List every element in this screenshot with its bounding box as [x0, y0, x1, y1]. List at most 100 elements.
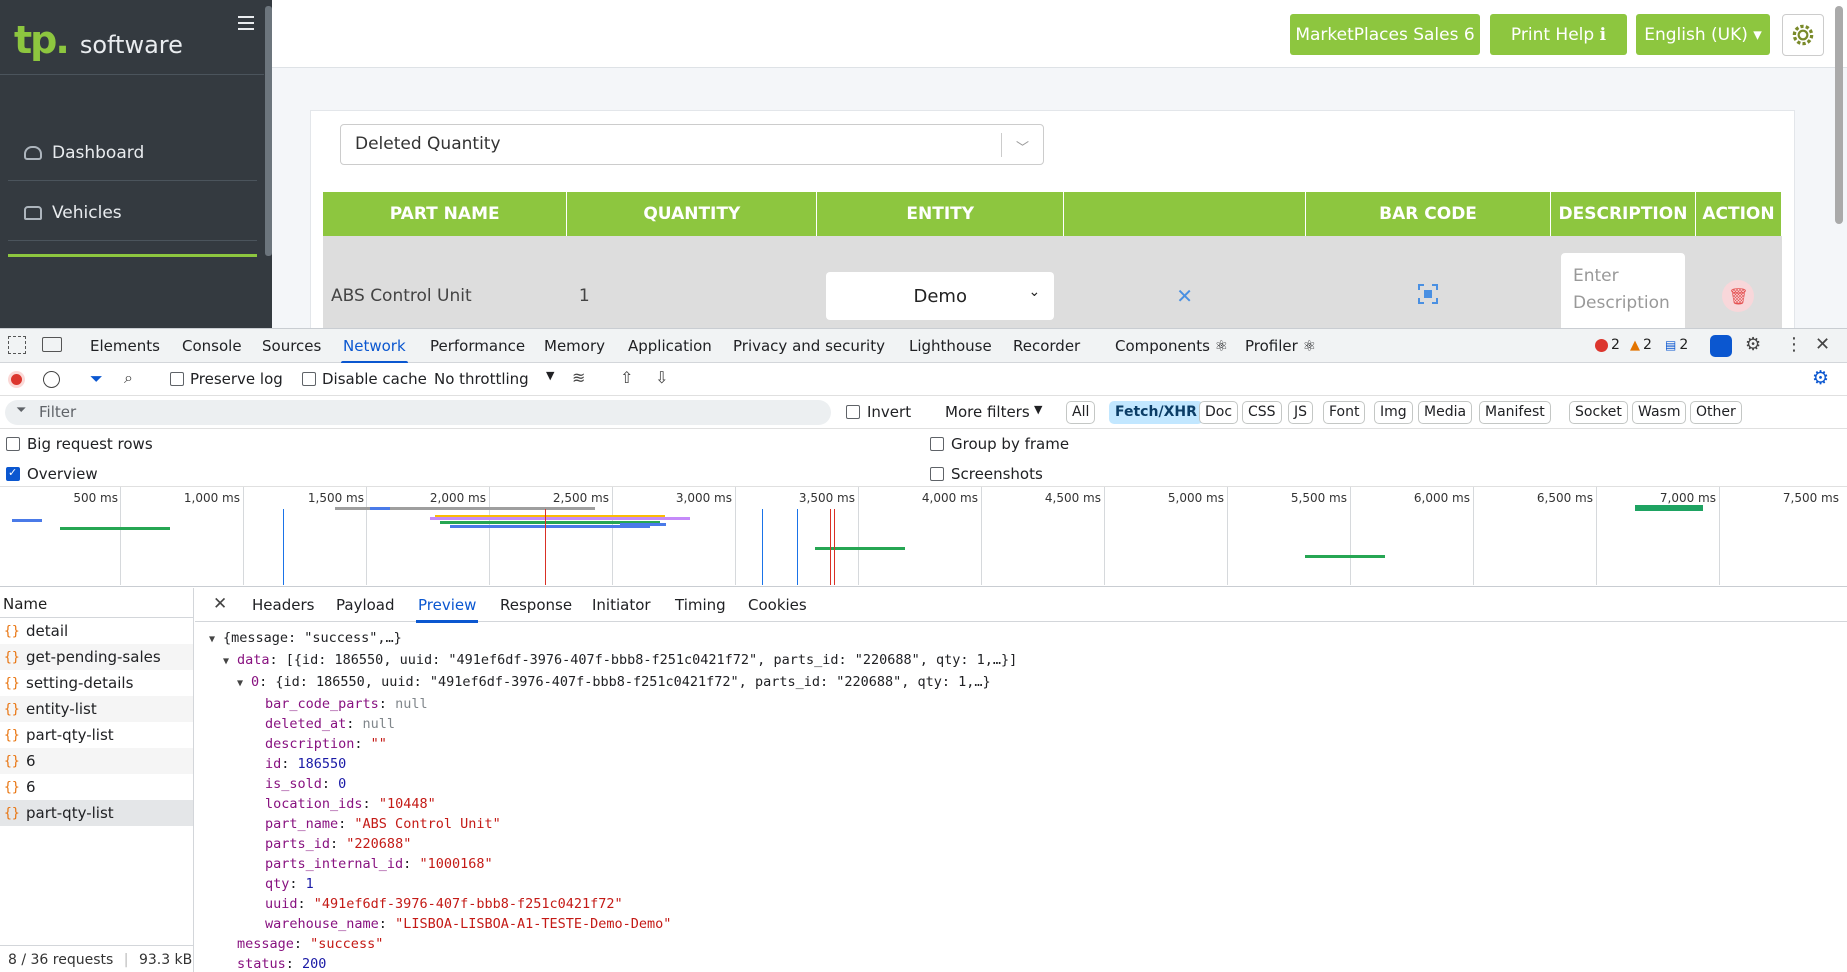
more-filters-dropdown[interactable]: More filters [945, 403, 1030, 421]
settings-gear-icon[interactable] [1782, 14, 1824, 56]
tab-privacy-security[interactable]: Privacy and security [733, 337, 885, 355]
invert-checkbox[interactable] [846, 405, 860, 419]
screenshots-checkbox[interactable] [930, 467, 944, 481]
close-icon[interactable]: ✕ [213, 594, 227, 614]
record-icon[interactable] [8, 371, 25, 388]
tab-initiator[interactable]: Initiator [592, 596, 651, 614]
group-by-frame-checkbox[interactable] [930, 437, 944, 451]
xhr-icon: {} [4, 701, 20, 717]
json-data-summary: [{id: 186550, uuid: "491ef6df-3976-407f-… [285, 652, 1018, 668]
page-scrollbar[interactable] [1835, 6, 1843, 224]
tab-response[interactable]: Response [500, 596, 572, 614]
print-help-button[interactable]: Print Help ℹ [1490, 14, 1627, 55]
expand-triangle-icon: ▼ [237, 678, 244, 689]
logo[interactable]: tp. software [14, 18, 183, 62]
timeline-gridline [858, 487, 859, 585]
tab-elements[interactable]: Elements [90, 337, 160, 355]
tab-headers[interactable]: Headers [252, 596, 314, 614]
more-options-icon[interactable]: ⋮ [1785, 334, 1803, 355]
request-row-selected[interactable]: {} part-qty-list [0, 800, 193, 826]
close-devtools-icon[interactable]: ✕ [1815, 334, 1830, 355]
request-row[interactable]: {} get-pending-sales [0, 644, 193, 670]
request-row[interactable]: {} detail [0, 618, 193, 644]
description-input[interactable]: Enter Description [1560, 253, 1685, 328]
delete-icon[interactable]: 🗑 [1722, 280, 1755, 312]
type-chip-manifest[interactable]: Manifest [1479, 401, 1551, 424]
column-header-name[interactable]: Name [0, 588, 193, 618]
tab-application[interactable]: Application [628, 337, 712, 355]
type-chip-socket[interactable]: Socket [1569, 401, 1628, 424]
sidebar-item-label: Dashboard [52, 142, 145, 163]
type-chip-js[interactable]: JS [1288, 401, 1314, 424]
status-select[interactable]: Deleted Quantity ﹀ [340, 124, 1044, 165]
cell-bar-code [1305, 236, 1551, 328]
tab-cookies[interactable]: Cookies [748, 596, 807, 614]
json-value: 200 [302, 956, 327, 972]
request-row[interactable]: {} 6 [0, 774, 193, 800]
json-data-node[interactable]: ▼ data: [{id: 186550, uuid: "491ef6df-397… [209, 650, 1017, 672]
tab-profiler[interactable]: Profiler ⚛ [1245, 337, 1316, 355]
tab-console[interactable]: Console [182, 337, 242, 355]
type-chip-media[interactable]: Media [1418, 401, 1473, 424]
type-chip-doc[interactable]: Doc [1199, 401, 1239, 424]
filter-icon[interactable]: ⏷ [90, 369, 103, 389]
network-conditions-icon[interactable]: ≋ [572, 368, 585, 387]
request-row[interactable]: {} 6 [0, 748, 193, 774]
message-count-badge[interactable]: ▤ 2 [1665, 337, 1688, 353]
network-overview-timeline[interactable]: 500 ms 1,000 ms 1,500 ms 2,000 ms 2,500 … [0, 487, 1847, 587]
error-count: 2 [1611, 337, 1620, 353]
error-count-badge[interactable]: 2 [1595, 337, 1620, 353]
hamburger-menu-icon[interactable] [238, 16, 254, 32]
search-icon[interactable]: ⌕ [124, 368, 133, 388]
tab-recorder[interactable]: Recorder [1013, 337, 1080, 355]
request-name: setting-details [26, 674, 134, 692]
json-root[interactable]: ▼ {message: "success",…} [209, 628, 1017, 650]
network-settings-icon[interactable]: ⚙ [1812, 367, 1829, 389]
tab-timing[interactable]: Timing [675, 596, 726, 614]
sidebar-item-dashboard[interactable]: Dashboard [8, 125, 257, 181]
preserve-log-checkbox[interactable] [170, 372, 184, 386]
disable-cache-checkbox[interactable] [302, 372, 316, 386]
import-har-icon[interactable]: ⇧ [620, 368, 633, 387]
tab-sources[interactable]: Sources [262, 337, 321, 355]
type-chip-font[interactable]: Font [1323, 401, 1366, 424]
sync-icon[interactable] [1710, 335, 1732, 357]
entity-select[interactable]: Demo ⌄ [826, 272, 1055, 320]
tab-lighthouse[interactable]: Lighthouse [909, 337, 992, 355]
logo-mark: tp. [14, 18, 70, 62]
tab-payload[interactable]: Payload [336, 596, 395, 614]
type-chip-other[interactable]: Other [1690, 401, 1742, 424]
type-chip-fetch-xhr[interactable]: Fetch/XHR [1109, 401, 1203, 424]
tab-performance[interactable]: Performance [430, 337, 525, 355]
tab-components[interactable]: Components ⚛ [1115, 337, 1228, 355]
tab-preview[interactable]: Preview [415, 596, 479, 623]
type-chip-img[interactable]: Img [1374, 401, 1413, 424]
type-chip-all[interactable]: All [1066, 401, 1096, 424]
tab-memory[interactable]: Memory [544, 337, 605, 355]
filter-input[interactable]: Filter [5, 400, 831, 425]
warning-count-badge[interactable]: ▲ 2 [1630, 337, 1652, 353]
type-chip-wasm[interactable]: Wasm [1632, 401, 1687, 424]
tab-network[interactable]: Network [341, 337, 408, 364]
throttling-select[interactable]: No throttling [434, 370, 529, 388]
json-item-summary: {id: 186550, uuid: "491ef6df-3976-407f-b… [275, 674, 991, 690]
big-request-rows-checkbox[interactable] [6, 437, 20, 451]
request-row[interactable]: {} entity-list [0, 696, 193, 722]
type-chip-css[interactable]: CSS [1242, 401, 1282, 424]
close-icon[interactable]: ✕ [1176, 284, 1193, 308]
inspect-element-icon[interactable] [8, 336, 26, 354]
sidebar-item-vehicles[interactable]: Vehicles [8, 185, 257, 241]
marketplaces-sales-button[interactable]: MarketPlaces Sales 6 [1290, 14, 1480, 55]
overview-checkbox[interactable] [6, 466, 20, 481]
sidebar-scrollbar[interactable] [265, 6, 272, 256]
request-row[interactable]: {} setting-details [0, 670, 193, 696]
barcode-scan-icon[interactable] [1418, 283, 1439, 309]
language-dropdown[interactable]: English (UK) ▾ [1636, 14, 1770, 55]
json-value: "1000168" [419, 856, 493, 872]
request-row[interactable]: {} part-qty-list [0, 722, 193, 748]
export-har-icon[interactable]: ⇩ [655, 368, 668, 387]
json-item-node[interactable]: ▼ 0: {id: 186550, uuid: "491ef6df-3976-40… [209, 672, 1017, 694]
settings-gear-icon[interactable]: ⚙ [1745, 334, 1761, 355]
device-toolbar-icon[interactable] [42, 337, 62, 352]
clear-icon[interactable] [43, 371, 60, 388]
